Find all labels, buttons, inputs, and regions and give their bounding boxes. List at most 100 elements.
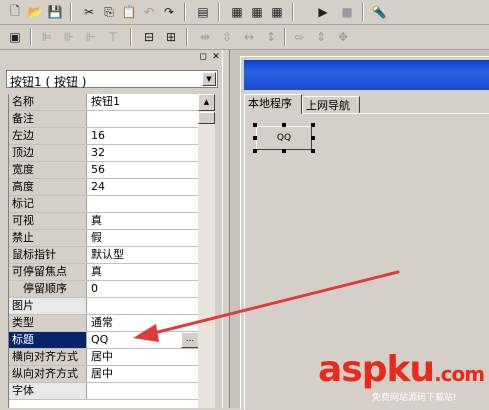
property-row[interactable]: 禁止假 — [9, 230, 199, 247]
resize-handle[interactable] — [282, 123, 286, 127]
property-name: 可停留焦点 — [9, 264, 87, 280]
paste-icon[interactable]: 📋 — [120, 3, 138, 21]
property-row[interactable]: 高度 24 — [9, 179, 199, 196]
same-height-icon[interactable]: ⇕ — [312, 28, 330, 46]
new-icon[interactable]: 🗋 — [6, 3, 24, 21]
property-value[interactable]: 16 — [89, 128, 197, 144]
property-name: 类型 — [9, 315, 87, 331]
chevron-down-icon[interactable]: ▼ — [202, 72, 216, 86]
property-row[interactable]: 类型 通常 — [9, 315, 199, 332]
align-center-icon[interactable]: ⊪ — [60, 28, 78, 46]
property-row[interactable]: 顶边 32 — [9, 145, 199, 162]
property-row[interactable]: 纵向对齐方式 居中 — [9, 366, 199, 383]
watermark-tagline: 免费网站源码下载站! — [372, 393, 457, 403]
resize-handle[interactable] — [253, 149, 257, 153]
copy-icon[interactable]: ⎘ — [100, 3, 118, 21]
same-size-icon[interactable]: ✥ — [334, 28, 352, 46]
watermark-domain: .com — [434, 362, 485, 386]
property-value[interactable]: 假 — [89, 230, 197, 246]
property-value[interactable]: 通常 — [89, 315, 197, 331]
scroll-thumb[interactable] — [198, 112, 215, 124]
property-row[interactable]: 标记 — [9, 196, 199, 213]
scroll-up-icon[interactable]: ▲ — [198, 94, 215, 111]
property-value[interactable]: 32 — [89, 145, 197, 161]
property-value[interactable]: 默认型 — [89, 247, 197, 263]
tab-local-programs[interactable]: 本地程序 — [244, 94, 302, 114]
property-row[interactable]: 可停留焦点真 — [9, 264, 199, 281]
property-row-selected[interactable]: 标题 QQ... — [9, 332, 199, 349]
property-value[interactable]: 按钮1 — [89, 94, 197, 110]
resize-handle[interactable] — [253, 123, 257, 127]
property-value[interactable] — [89, 196, 197, 212]
property-value[interactable] — [89, 383, 197, 399]
property-row[interactable]: 停留顺序 0 — [9, 281, 199, 298]
save-icon[interactable]: 💾 — [46, 3, 64, 21]
align-middle-icon[interactable]: ⇹ — [196, 28, 214, 46]
toolbar-separator — [362, 3, 364, 21]
layout1-icon[interactable]: ▦ — [228, 3, 246, 21]
layout3-icon[interactable]: ▦ — [268, 3, 286, 21]
property-name: 宽度 — [9, 162, 87, 178]
undo-icon[interactable]: ↶ — [140, 3, 158, 21]
form-icon[interactable]: ▣ — [6, 28, 24, 46]
qq-button[interactable]: QQ — [256, 126, 312, 150]
object-selector-value: 按钮1 ( 按钮 ) — [10, 75, 87, 89]
run-icon[interactable]: ▶ — [314, 3, 332, 21]
cut-icon[interactable]: ✂ — [80, 3, 98, 21]
window-titlebar[interactable] — [244, 60, 489, 90]
resize-handle[interactable] — [253, 136, 257, 140]
resize-handle[interactable] — [282, 149, 286, 153]
property-name: 备注 — [9, 111, 87, 127]
property-row[interactable]: 宽度 56 — [9, 162, 199, 179]
property-value[interactable]: 真 — [89, 264, 197, 280]
property-scrollbar[interactable]: ▲ — [198, 94, 215, 408]
close-icon[interactable]: ✕ — [211, 52, 221, 62]
property-value[interactable]: 居中 — [89, 349, 197, 365]
property-row[interactable]: 备注 — [9, 111, 199, 128]
align-top-icon[interactable]: ⊤ — [104, 28, 122, 46]
center-v-icon[interactable]: ⊞ — [162, 28, 180, 46]
property-row[interactable]: 字体 — [9, 383, 199, 400]
align-bottom-icon[interactable]: ⇳ — [218, 28, 236, 46]
ellipsis-button[interactable]: ... — [181, 332, 199, 348]
resize-handle[interactable] — [311, 136, 315, 140]
resize-handle[interactable] — [311, 149, 315, 153]
property-value[interactable] — [89, 298, 197, 314]
toolbar-separator — [70, 3, 72, 21]
property-row[interactable]: 鼠标指针 默认型 — [9, 247, 199, 264]
preview-icon[interactable]: ▤ — [194, 3, 212, 21]
align-left-icon[interactable]: ⊫ — [38, 28, 56, 46]
open-icon[interactable]: 📂 — [26, 3, 44, 21]
property-row[interactable]: 横向对齐方式 居中 — [9, 349, 199, 366]
space-v-icon[interactable]: ↕ — [262, 28, 280, 46]
center-h-icon[interactable]: ⊟ — [140, 28, 158, 46]
resize-handle[interactable] — [311, 123, 315, 127]
space-h-icon[interactable]: ↔ — [240, 28, 258, 46]
restore-icon[interactable]: ◻ — [198, 52, 208, 62]
property-row[interactable]: 图片 — [9, 298, 199, 315]
property-value[interactable]: 56 — [89, 162, 197, 178]
panel-splitter[interactable] — [222, 50, 230, 408]
object-selector[interactable]: 按钮1 ( 按钮 ) ▼ — [6, 70, 218, 89]
property-value[interactable]: 真 — [89, 213, 197, 229]
property-name: 纵向对齐方式 — [9, 366, 87, 382]
stop-icon[interactable]: ■ — [338, 3, 356, 21]
same-width-icon[interactable]: ⬄ — [290, 28, 308, 46]
property-name: 禁止 — [9, 230, 87, 246]
property-row[interactable]: 名称 按钮1 — [9, 94, 199, 111]
layout2-icon[interactable]: ▦ — [248, 3, 266, 21]
align-right-icon[interactable]: ⊩ — [82, 28, 100, 46]
property-value[interactable]: 24 — [89, 179, 197, 195]
layout-toolbar: ▣ ⊫ ⊪ ⊩ ⊤ ⊟ ⊞ ⇹ ⇳ ↔ ↕ ⬄ ⇕ ✥ — [0, 25, 489, 50]
debug-icon[interactable]: 🔦 — [370, 3, 388, 21]
property-row[interactable]: 左边 16 — [9, 128, 199, 145]
properties-panel: ◻ ✕ 按钮1 ( 按钮 ) ▼ 名称 按钮1 备注 左边 16 顶边 32 宽度 56… — [0, 50, 222, 408]
property-value[interactable]: 居中 — [89, 366, 197, 382]
property-value[interactable] — [89, 111, 197, 127]
property-value[interactable]: 0 — [89, 281, 197, 297]
tab-web-navigation[interactable]: 上网导航 — [302, 96, 360, 114]
property-name: 横向对齐方式 — [9, 349, 87, 365]
property-name: 顶边 — [9, 145, 87, 161]
property-row[interactable]: 可视真 — [9, 213, 199, 230]
redo-icon[interactable]: ↷ — [160, 3, 178, 21]
